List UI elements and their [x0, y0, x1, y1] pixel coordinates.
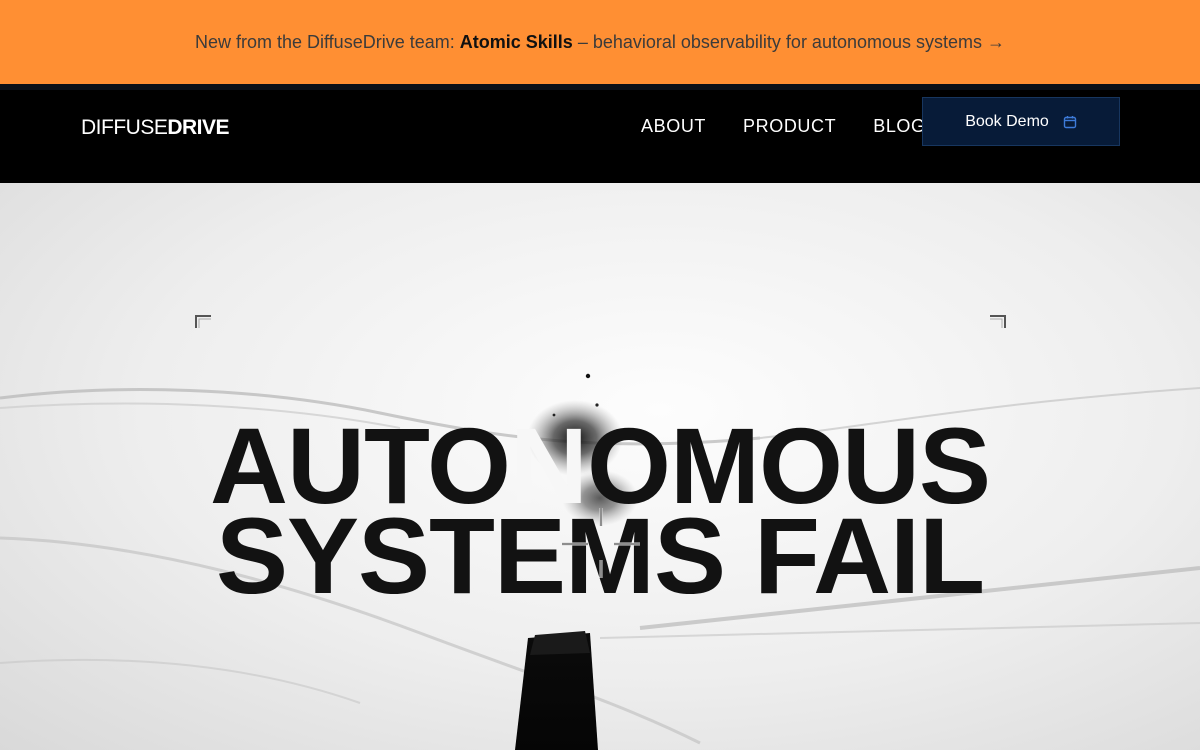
announcement-banner[interactable]: New from the DiffuseDrive team: Atomic S…: [0, 0, 1200, 84]
banner-suffix: – behavioral observability for autonomou…: [577, 31, 1006, 52]
logo[interactable]: DIFFUSEDRIVE: [81, 116, 230, 140]
top-navigation: DIFFUSEDRIVE ABOUT PRODUCT BLOG Book Dem…: [0, 84, 1200, 185]
logo-text-bold: DRIVE: [167, 116, 230, 139]
crosshair-icon: [562, 508, 640, 578]
logo-text-light: DIFFUSE: [81, 116, 168, 139]
nav-links: ABOUT PRODUCT BLOG: [641, 116, 963, 137]
frame-corner-top-left: [195, 315, 211, 328]
nav-link-about[interactable]: ABOUT: [641, 116, 706, 137]
nav-link-blog[interactable]: BLOG: [873, 116, 925, 137]
nav-link-product[interactable]: PRODUCT: [743, 116, 836, 137]
frame-corner-top-right: [990, 315, 1006, 328]
book-demo-label: Book Demo: [965, 112, 1049, 130]
banner-prefix: New from the DiffuseDrive team:: [194, 31, 455, 52]
book-demo-button[interactable]: Book Demo: [922, 97, 1120, 146]
hero-section: AUTONOMOUS SYSTEMS FAIL: [0, 183, 1200, 750]
banner-highlight-link[interactable]: Atomic Skills: [460, 32, 573, 53]
calendar-icon: [1063, 115, 1076, 128]
